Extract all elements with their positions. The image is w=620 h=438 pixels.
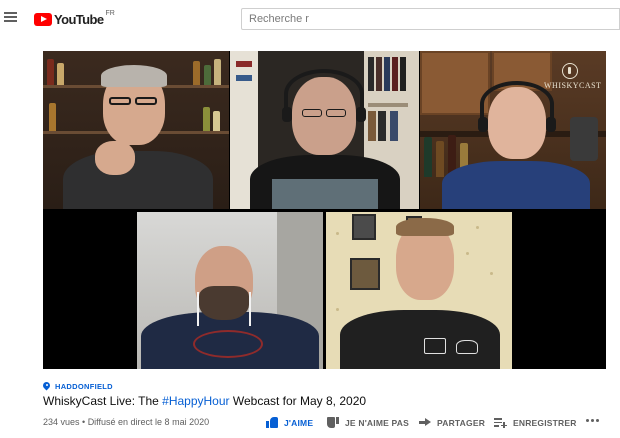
whiskycast-logo-icon [562,63,578,79]
watermark-text: WHISKYCAST [544,81,602,90]
location-link[interactable]: HADDONFIELD [43,382,113,391]
video-player[interactable]: WHISKYCAST [43,51,606,369]
more-actions-button[interactable] [586,417,599,422]
search-input[interactable] [249,13,619,25]
view-count: 234 vues [43,417,80,427]
video-meta: 234 vues • Diffusé en direct le 8 mai 20… [43,417,209,427]
meta-separator: • [79,417,88,427]
thumbs-up-icon [266,417,278,428]
hamburger-menu-icon[interactable] [3,10,19,24]
more-horizontal-icon [586,417,599,422]
top-bar: YouTube FR [0,0,620,38]
participant-tile-5 [326,212,512,369]
dislike-button[interactable]: JE N'AIME PAS [327,417,409,428]
title-suffix: Webcast for May 8, 2020 [229,394,367,408]
like-button[interactable]: J'AIME [266,417,313,428]
whiskycast-watermark: WHISKYCAST [544,63,601,90]
share-arrow-icon [419,417,431,428]
like-label: J'AIME [284,417,314,428]
participant-tile-1 [43,51,229,209]
thumbs-down-icon [327,417,339,428]
participant-tile-2 [230,51,419,209]
title-prefix: WhiskyCast Live: The [43,394,163,408]
location-label: HADDONFIELD [55,382,113,391]
logo-text: YouTube [54,11,104,27]
participant-tile-4 [137,212,323,369]
location-pin-icon [43,382,50,391]
save-label: ENREGISTRER [513,417,577,428]
share-label: PARTAGER [437,417,486,428]
youtube-play-icon [34,12,52,26]
stream-date: Diffusé en direct le 8 mai 2020 [87,417,210,427]
save-button[interactable]: ENREGISTRER [494,417,577,428]
search-box[interactable] [241,8,620,30]
video-title: WhiskyCast Live: The #HappyHour Webcast … [43,394,366,408]
share-button[interactable]: PARTAGER [419,417,485,428]
playlist-add-icon [494,417,507,428]
hashtag-link[interactable]: #HappyHour [162,394,229,408]
dislike-label: JE N'AIME PAS [345,417,409,428]
participant-tile-3: WHISKYCAST [420,51,606,209]
youtube-logo[interactable]: YouTube FR [34,9,115,29]
country-code: FR [105,9,115,17]
